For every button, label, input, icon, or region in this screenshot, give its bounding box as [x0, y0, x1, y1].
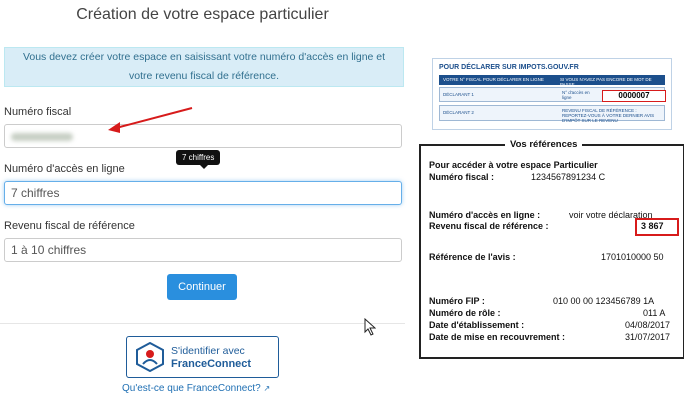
refs-numero-acces-label: Numéro d'accès en ligne : [429, 210, 541, 220]
declaration-row-2: DÉCLARANT 2 REVENU FISCAL DE RÉFÉRENCE :… [439, 105, 665, 123]
revenu-fiscal-placeholder: 1 à 10 chiffres [11, 243, 87, 257]
refs-role-label: Numéro de rôle : [429, 308, 501, 318]
refs-role-value: 011 A [643, 308, 666, 318]
info-text-line-2: votre revenu fiscal de référence. [129, 70, 279, 82]
franceconnect-line-1: S'identifier avec [171, 345, 245, 357]
refs-numero-fiscal-label: Numéro fiscal : [429, 172, 495, 182]
declarant-2-text: REVENU FISCAL DE RÉFÉRENCE : REPORTEZ-VO… [562, 108, 655, 123]
declaration-col-2: SI VOUS N'AVEZ PAS ENCORE DE MOT DE PASS… [560, 77, 652, 87]
refs-etab-value: 04/08/2017 [625, 320, 671, 330]
refs-revenu-label: Revenu fiscal de référence : [429, 221, 549, 231]
page-title: Création de votre espace particulier [76, 6, 329, 23]
access-number-label: N° d'accès en ligne [562, 90, 590, 100]
external-link-icon: ↗ [263, 384, 271, 393]
numero-acces-label: Numéro d'accès en ligne [4, 163, 125, 175]
refs-numero-fiscal-value: 1234567891234 C [531, 172, 606, 182]
blurred-value [11, 133, 73, 141]
numero-acces-tooltip: 7 chiffres [176, 150, 221, 169]
franceconnect-logo-icon [136, 342, 164, 372]
refs-fip-label: Numéro FIP : [429, 296, 485, 306]
refs-avis-label: Référence de l'avis : [429, 252, 516, 262]
refs-intro: Pour accéder à votre espace Particulier [429, 160, 598, 170]
franceconnect-line-2: FranceConnect [171, 358, 252, 370]
numero-fiscal-label: Numéro fiscal [4, 106, 72, 118]
declaration-columns: VOTRE N° FISCAL POUR DÉCLARER EN LIGNE S… [439, 75, 665, 87]
numero-fiscal-input[interactable] [4, 124, 402, 148]
declaration-header: POUR DÉCLARER SUR IMPOTS.GOUV.FR [439, 64, 579, 71]
numero-acces-input[interactable]: 7 chiffres [4, 181, 402, 205]
declarant-2-label: DÉCLARANT 2 [443, 110, 474, 115]
refs-fip-value: 010 00 00 123456789 1A [553, 296, 655, 306]
refs-recouv-label: Date de mise en recouvrement : [429, 332, 566, 342]
revenu-fiscal-input[interactable]: 1 à 10 chiffres [4, 238, 402, 262]
declarant-1-label: DÉCLARANT 1 [443, 92, 474, 97]
continuer-button[interactable]: Continuer [167, 274, 237, 300]
divider [0, 323, 405, 324]
franceconnect-info-link-text: Qu'est-ce que FranceConnect? [122, 383, 261, 394]
access-number-highlight: 0000007 [602, 90, 666, 102]
franceconnect-button[interactable]: S'identifier avec FranceConnect [126, 336, 279, 378]
franceconnect-info-link[interactable]: Qu'est-ce que FranceConnect? ↗ [122, 383, 270, 394]
info-text-line-1: Vous devez créer votre espace en saisiss… [22, 51, 386, 63]
declaration-row-1: DÉCLARANT 1 N° d'accès en ligne 0000007 [439, 87, 666, 102]
refs-etab-label: Date d'établissement : [429, 320, 525, 330]
vos-references-box: Vos références Pour accéder à votre espa… [419, 139, 684, 359]
numero-acces-value: 7 chiffres [11, 186, 60, 200]
refs-recouv-value: 31/07/2017 [625, 332, 671, 342]
refs-legend: Vos références [505, 139, 583, 150]
declaration-col-1: VOTRE N° FISCAL POUR DÉCLARER EN LIGNE [443, 77, 544, 82]
refs-avis-value: 1701010000 50 [601, 252, 664, 262]
mouse-cursor-icon [364, 318, 376, 336]
refs-revenu-value: 3 867 [641, 221, 664, 231]
red-arrow-annotation [108, 107, 193, 133]
info-alert: Vous devez créer votre espace en saisiss… [4, 47, 404, 87]
declaration-excerpt: POUR DÉCLARER SUR IMPOTS.GOUV.FR VOTRE N… [432, 58, 672, 130]
revenu-fiscal-label: Revenu fiscal de référence [4, 220, 135, 232]
